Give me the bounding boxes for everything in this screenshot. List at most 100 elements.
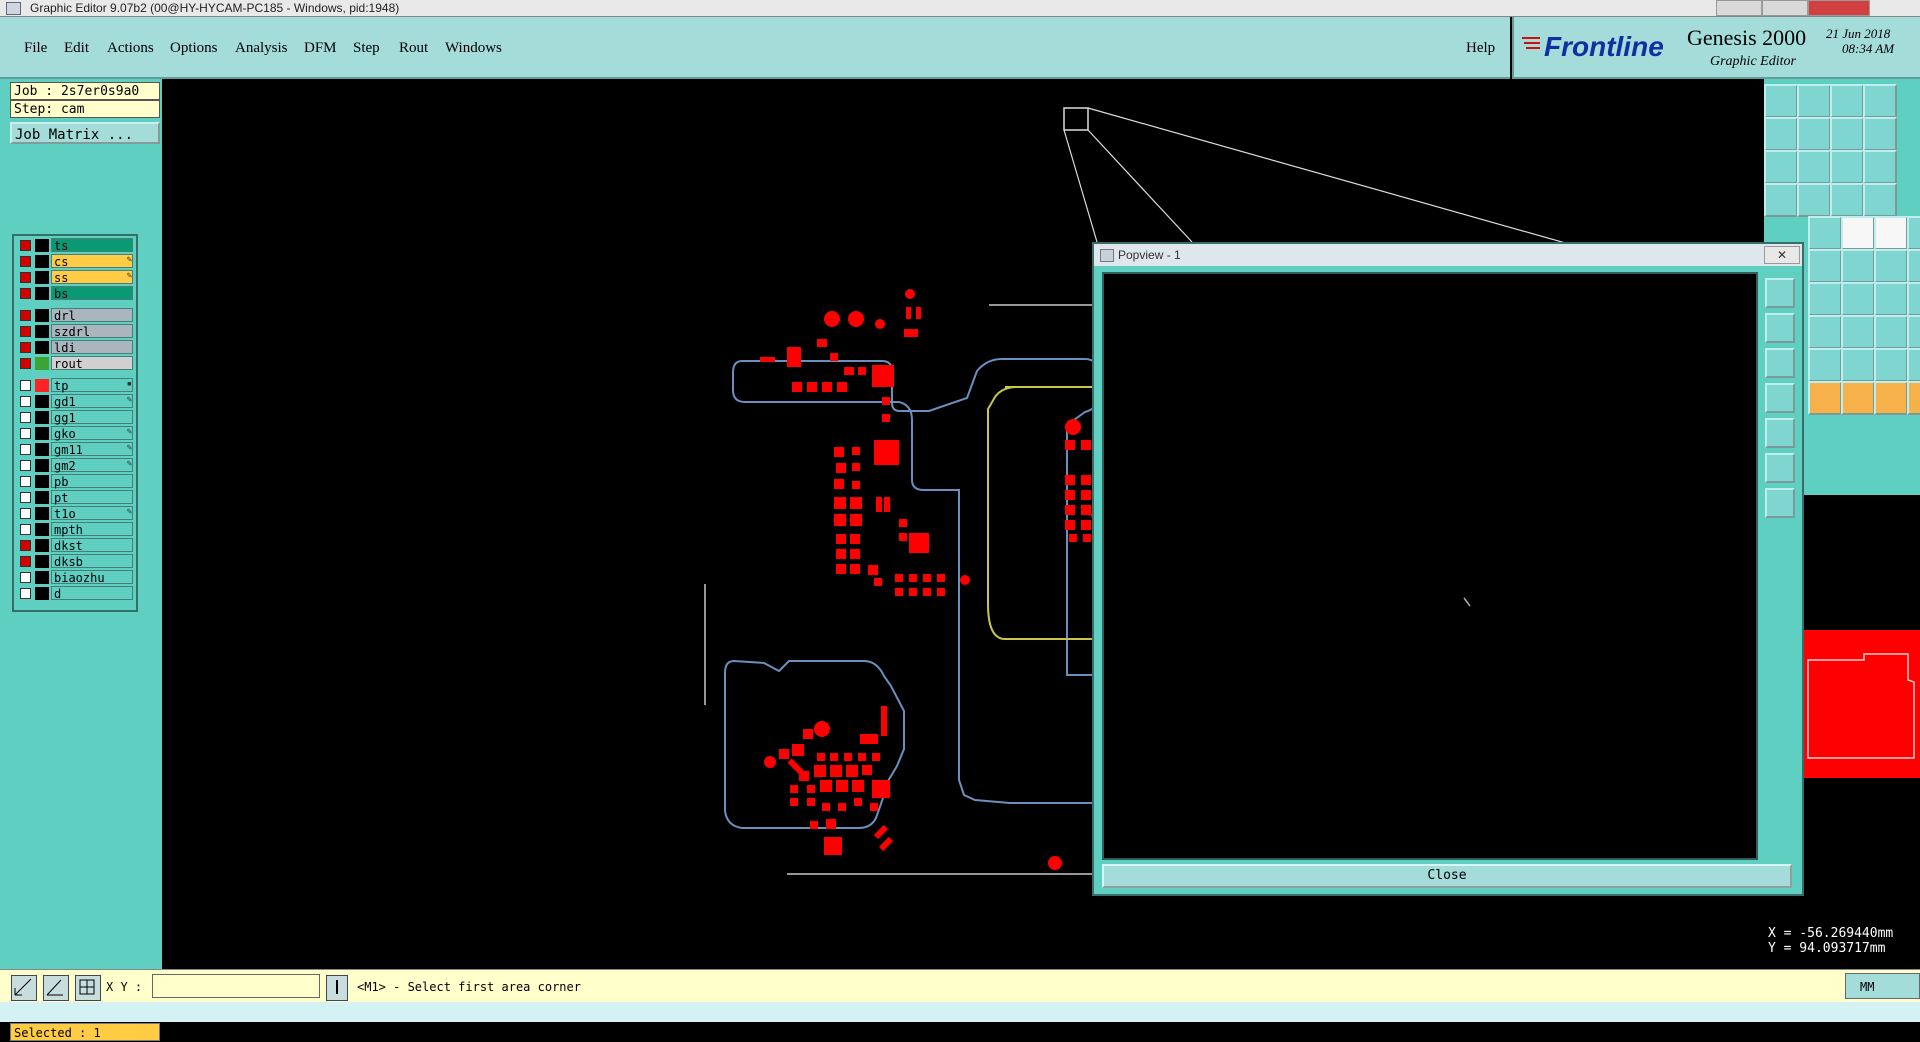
layer-visibility-checkbox[interactable]: [20, 256, 31, 267]
layer-color-swatch[interactable]: [35, 443, 49, 456]
layer-row-mpth[interactable]: mpth: [16, 522, 134, 537]
arc-tool-icon[interactable]: [1808, 282, 1842, 316]
layer-row-biaozhu[interactable]: biaozhu: [16, 570, 134, 585]
grid-tool-icon[interactable]: [1797, 183, 1831, 217]
layer-color-swatch[interactable]: [35, 325, 49, 338]
layer-visibility-checkbox[interactable]: [20, 460, 31, 471]
poly-d-tool-icon[interactable]: [1907, 348, 1920, 382]
menu-step[interactable]: Step: [353, 40, 380, 57]
vertex-tool-icon[interactable]: [1907, 216, 1920, 250]
help-query-tool-icon[interactable]: [1863, 150, 1897, 184]
layer-color-swatch[interactable]: [35, 571, 49, 584]
layer-name[interactable]: gm11: [51, 442, 133, 457]
poly-c-tool-icon[interactable]: [1874, 348, 1908, 382]
mirror-tool-icon[interactable]: [1907, 315, 1920, 349]
popview-home-button[interactable]: [1765, 418, 1795, 448]
layer-color-swatch[interactable]: [35, 239, 49, 252]
popview-close-button[interactable]: Close: [1102, 864, 1792, 888]
layer-color-swatch[interactable]: [35, 341, 49, 354]
layer-color-swatch[interactable]: [35, 539, 49, 552]
layer-visibility-checkbox[interactable]: [20, 428, 31, 439]
layer-color-swatch[interactable]: [35, 271, 49, 284]
measure-tool-icon[interactable]: [1764, 183, 1798, 217]
layer-row-dkst[interactable]: dkst: [16, 538, 134, 553]
layer-visibility-checkbox[interactable]: [20, 508, 31, 519]
layer-color-swatch[interactable]: [35, 379, 49, 392]
layer-color-swatch[interactable]: [35, 507, 49, 520]
layer-color-swatch[interactable]: [35, 555, 49, 568]
layer-color-swatch[interactable]: [35, 255, 49, 268]
layer-visibility-checkbox[interactable]: [20, 572, 31, 583]
layer-visibility-checkbox[interactable]: [20, 556, 31, 567]
popview-canvas[interactable]: [1102, 272, 1758, 860]
layer-name[interactable]: dkst: [51, 538, 133, 553]
fit-screen-tool-icon[interactable]: [1764, 150, 1798, 184]
layer-name[interactable]: gko: [51, 426, 133, 441]
layer-row-ts[interactable]: ts: [16, 238, 134, 253]
layer-row-szdrl[interactable]: szdrl: [16, 324, 134, 339]
layer-name[interactable]: biaozhu: [51, 570, 133, 585]
layer-row-cs[interactable]: cs ✎: [16, 254, 134, 269]
layer-row-bs[interactable]: bs: [16, 286, 134, 301]
layer-name[interactable]: t1o: [51, 506, 133, 521]
layer-name[interactable]: d: [51, 586, 133, 601]
menu-analysis[interactable]: Analysis: [235, 40, 288, 57]
pan-back-tool-icon[interactable]: [1830, 117, 1864, 151]
scale-1-2-tool-icon[interactable]: [1830, 150, 1864, 184]
layer-name[interactable]: dksb: [51, 554, 133, 569]
layer-name[interactable]: tp: [51, 378, 133, 393]
snap-mode-button[interactable]: [11, 975, 37, 1001]
layer-name[interactable]: mpth: [51, 522, 133, 537]
layer-color-swatch[interactable]: [35, 523, 49, 536]
layer-visibility-checkbox[interactable]: [20, 358, 31, 369]
popview-pan-button[interactable]: [1765, 348, 1795, 378]
layer-row-pt[interactable]: pt: [16, 490, 134, 505]
menu-windows[interactable]: Windows: [445, 40, 502, 57]
layer-visibility-checkbox[interactable]: [20, 342, 31, 353]
menu-actions[interactable]: Actions: [107, 40, 154, 57]
layer-name[interactable]: pb: [51, 474, 133, 489]
popview-zoom-area-button[interactable]: [1765, 453, 1795, 483]
snap-tool-icon[interactable]: [1841, 315, 1875, 349]
curve-tool-icon[interactable]: [1841, 249, 1875, 283]
layer-visibility-checkbox[interactable]: [20, 326, 31, 337]
layer-visibility-checkbox[interactable]: [20, 476, 31, 487]
layer-row-tp[interactable]: tp ▪: [16, 378, 134, 393]
layer-row-rout[interactable]: rout: [16, 356, 134, 371]
layer-row-gd1[interactable]: gd1 ✎: [16, 394, 134, 409]
bend-tool-icon[interactable]: [1841, 282, 1875, 316]
layer-name[interactable]: ts: [51, 238, 133, 253]
popview-zoom-in-button[interactable]: [1765, 278, 1795, 308]
layer-name[interactable]: rout: [51, 356, 133, 371]
layer-color-swatch[interactable]: [35, 587, 49, 600]
layer-color-swatch[interactable]: [35, 411, 49, 424]
layer-visibility-checkbox[interactable]: [20, 588, 31, 599]
layer-visibility-checkbox[interactable]: [20, 444, 31, 455]
layer-color-swatch[interactable]: [35, 475, 49, 488]
rotate-tool-icon[interactable]: [1841, 381, 1875, 415]
layer-name[interactable]: gg1: [51, 410, 133, 425]
units-selector[interactable]: MM: [1845, 973, 1920, 999]
layer-row-gm11[interactable]: gm11 ✎: [16, 442, 134, 457]
delete-tool-icon[interactable]: [1808, 249, 1842, 283]
layer-row-gko[interactable]: gko ✎: [16, 426, 134, 441]
move-tool-icon[interactable]: [1874, 381, 1908, 415]
join-tool-icon[interactable]: [1874, 315, 1908, 349]
line-tool-tool-icon[interactable]: [1808, 315, 1842, 349]
layer-name[interactable]: gd1: [51, 394, 133, 409]
poly-b-tool-icon[interactable]: [1841, 348, 1875, 382]
draw-line-tool-icon[interactable]: [1808, 216, 1842, 250]
maximize-button[interactable]: [1762, 0, 1808, 16]
layer-visibility-checkbox[interactable]: [20, 310, 31, 321]
layer-color-swatch[interactable]: [35, 287, 49, 300]
pad-tool-icon[interactable]: [1874, 216, 1908, 250]
grid-mode-button[interactable]: [75, 975, 101, 1001]
menu-rout[interactable]: Rout: [399, 40, 428, 57]
close-window-button[interactable]: [1808, 0, 1870, 16]
connect-tool-icon[interactable]: [1830, 183, 1864, 217]
minimize-button[interactable]: [1716, 0, 1762, 16]
layer-row-gg1[interactable]: gg1: [16, 410, 134, 425]
layer-name[interactable]: drl: [51, 308, 133, 323]
copy-tool-icon[interactable]: [1907, 282, 1920, 316]
layer-color-swatch[interactable]: [35, 491, 49, 504]
